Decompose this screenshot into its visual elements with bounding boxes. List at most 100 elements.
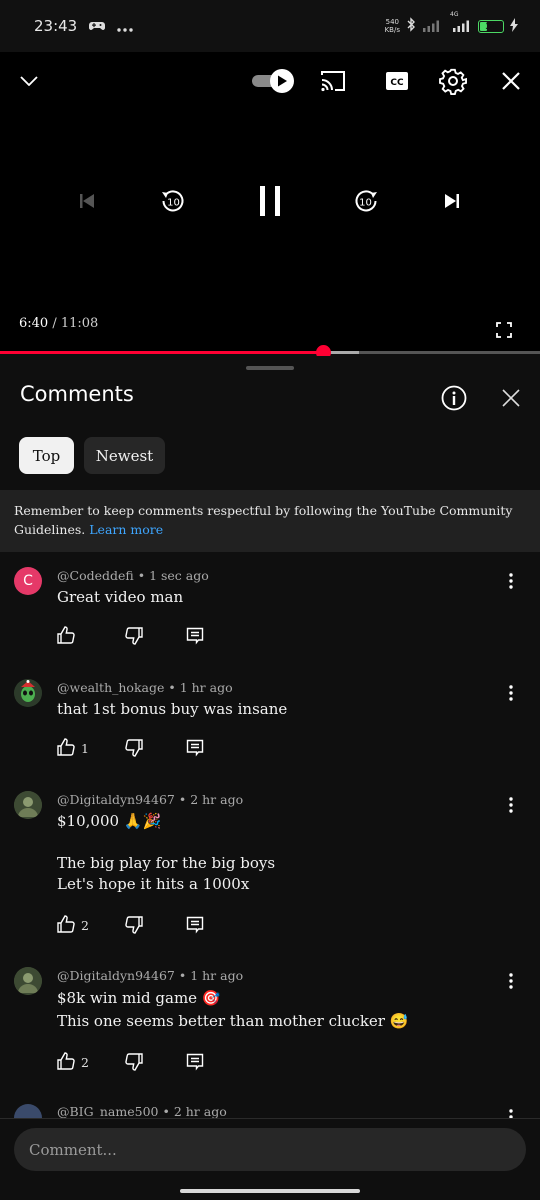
reply-icon [186,739,204,757]
signal-strength-icon-1 [422,17,442,36]
svg-text:10: 10 [167,198,180,209]
pause-icon[interactable] [252,182,288,220]
avatar[interactable] [14,1104,42,1118]
community-guidelines-notice: Remember to keep comments respectful by … [0,490,540,552]
thumbs-down-icon [125,627,143,645]
comment-time: 2 hr ago [190,792,244,807]
chevron-down-icon[interactable] [14,66,44,96]
progress-played [0,351,323,354]
more-options-icon[interactable] [500,570,522,592]
chip-newest[interactable]: Newest [84,437,165,474]
comment-time: 2 hr ago [173,1104,227,1118]
comment-author[interactable]: @wealth_hokage [57,680,164,695]
status-time: 23:43 [34,17,78,35]
comment-time: 1 hr ago [179,680,233,695]
more-options-icon[interactable] [500,1106,522,1118]
like-count: 2 [81,1055,89,1070]
reply-icon [186,627,204,645]
thumbs-down-icon [125,739,143,757]
close-comments-icon[interactable] [498,385,524,411]
comment-input[interactable] [14,1128,526,1171]
like-count: 2 [81,918,89,933]
info-icon[interactable] [440,384,468,412]
more-options-icon[interactable] [500,682,522,704]
charging-icon [510,17,518,36]
avatar[interactable] [14,791,42,819]
reply-icon [186,916,204,934]
comment-time: 1 sec ago [149,568,209,583]
time-separator: / [48,316,61,331]
like-button[interactable]: 1 [57,738,89,759]
comment-author[interactable]: @Digitaldyn94467 [57,968,175,983]
video-player[interactable]: CC 10 10 6:40 / 11:08 [0,52,540,360]
comment-item: @wealth_hokage • 1 hr ago that 1st bonus… [0,676,540,780]
next-icon[interactable] [439,186,465,216]
more-notifications-icon [117,17,133,36]
comment-time: 1 hr ago [190,968,244,983]
comment-text: $8k win mid game 🎯 This one seems better… [57,989,409,1030]
close-player-icon[interactable] [496,66,526,96]
comment-item: C @Codeddefi • 1 sec ago Great video man [0,564,540,668]
dislike-button[interactable] [124,1052,144,1072]
thumbs-up-icon [57,1052,75,1073]
settings-gear-icon[interactable] [438,66,468,96]
avatar[interactable] [14,967,42,995]
comment-meta: @wealth_hokage • 1 hr ago [57,680,233,695]
avatar[interactable] [14,679,42,707]
dislike-button[interactable] [124,626,144,646]
svg-text:CC: CC [390,78,404,88]
bluetooth-icon [406,16,416,36]
signal-strength-icon-2: 4G [448,11,472,36]
drag-handle[interactable] [246,366,294,370]
fullscreen-icon[interactable] [492,318,516,342]
like-button[interactable]: 2 [57,1052,89,1073]
reply-button[interactable] [185,626,205,646]
more-options-icon[interactable] [500,794,522,816]
learn-more-link[interactable]: Learn more [89,522,163,537]
reply-button[interactable] [185,915,205,935]
network-speed: 540 KB/s [384,18,400,34]
thumbs-up-icon [57,738,75,759]
like-count: 1 [81,741,89,756]
autoplay-toggle-icon[interactable] [250,66,296,96]
reply-button[interactable] [185,738,205,758]
comment-item: @Digitaldyn94467 • 1 hr ago $8k win mid … [0,964,540,1104]
comment-meta: @Digitaldyn94467 • 2 hr ago [57,792,244,807]
dislike-button[interactable] [124,915,144,935]
like-button[interactable] [57,626,81,647]
comment-author[interactable]: @BIG_name500 [57,1104,158,1118]
previous-icon [74,186,100,216]
comments-panel: Comments Top Newest Remember to keep com… [0,356,540,1200]
thumbs-down-icon [125,916,143,934]
dislike-button[interactable] [124,738,144,758]
thumbs-down-icon [125,1053,143,1071]
comment-meta: @Codeddefi • 1 sec ago [57,568,209,583]
comment-author[interactable]: @Digitaldyn94467 [57,792,175,807]
forward-10-icon[interactable]: 10 [349,184,383,218]
battery-icon: 34 [478,19,504,33]
home-indicator[interactable] [180,1189,360,1193]
comment-text: that 1st bonus buy was insane [57,700,288,718]
reply-button[interactable] [185,1052,205,1072]
panel-title: Comments [20,382,134,406]
time-readout: 6:40 / 11:08 [19,316,98,331]
thumbs-up-icon [57,915,75,936]
comment-item: @Digitaldyn94467 • 2 hr ago $10,000 🙏🎉 T… [0,788,540,956]
avatar[interactable]: C [14,567,42,595]
duration: 11:08 [60,316,99,331]
rewind-10-icon[interactable]: 10 [156,184,190,218]
more-options-icon[interactable] [500,970,522,992]
comment-input-area [0,1118,540,1200]
status-bar: 23:43 540 KB/s 4G 34 [0,0,540,52]
comment-author[interactable]: @Codeddefi [57,568,134,583]
current-time: 6:40 [19,316,49,331]
comment-text: $10,000 🙏🎉 The big play for the big boys… [57,812,276,893]
game-controller-icon [89,17,106,36]
cast-icon[interactable] [318,66,348,96]
captions-icon[interactable]: CC [382,66,412,96]
chip-top[interactable]: Top [19,437,74,474]
progress-bar[interactable] [0,345,540,360]
comment-meta: @BIG_name500 • 2 hr ago [57,1104,227,1118]
like-button[interactable]: 2 [57,915,89,936]
svg-text:10: 10 [359,198,372,209]
